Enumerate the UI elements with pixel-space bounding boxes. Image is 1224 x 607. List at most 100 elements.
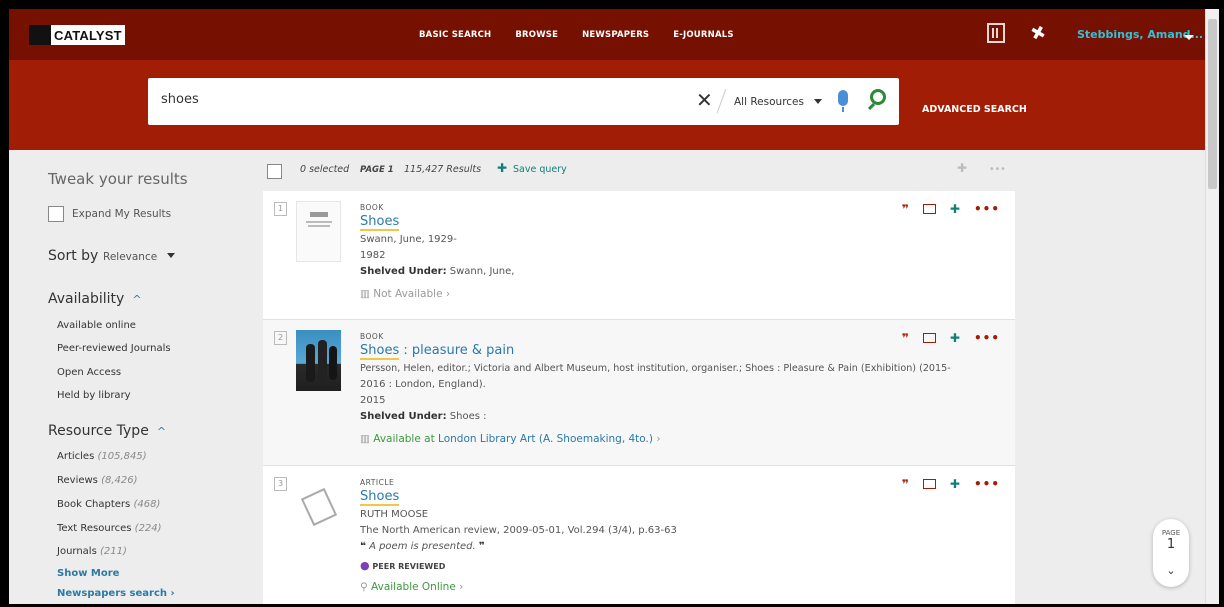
page-widget-number: 1 bbox=[1166, 537, 1176, 552]
filter-available-online[interactable]: Available online bbox=[57, 320, 136, 331]
more-icon[interactable]: ••• bbox=[974, 331, 1000, 345]
expand-checkbox[interactable] bbox=[48, 206, 64, 222]
availability-link[interactable]: ⚲ Available Online › bbox=[360, 581, 463, 593]
availability-text: Available Online bbox=[371, 581, 456, 593]
filter-count: (105,845) bbox=[97, 451, 147, 462]
result-title-link[interactable]: Shoes : pleasure & pain bbox=[360, 343, 514, 360]
nav-newspapers[interactable]: NEWSPAPERS bbox=[582, 30, 649, 40]
filter-held-by-library[interactable]: Held by library bbox=[57, 390, 131, 401]
filter-text-resources[interactable]: Text Resources (224) bbox=[57, 523, 162, 534]
shelved-value: Swann, June, bbox=[449, 266, 515, 277]
result-card[interactable]: 3 ARTICLE Shoes RUTH MOOSE The North Ame… bbox=[263, 466, 1015, 604]
search-box: ✕ All Resources bbox=[148, 78, 899, 125]
availability-text: Not Available bbox=[373, 288, 443, 300]
show-more-link[interactable]: Show More bbox=[57, 568, 119, 579]
availability-location: London Library bbox=[438, 433, 517, 445]
citation-icon[interactable]: ❞ bbox=[902, 331, 909, 345]
filter-count: (8,426) bbox=[101, 475, 138, 486]
pin-icon[interactable]: ✚ bbox=[950, 331, 960, 345]
result-index[interactable]: 2 bbox=[274, 331, 287, 345]
title-text: Shoes bbox=[360, 214, 400, 231]
chevron-right-icon: › bbox=[459, 581, 464, 593]
email-icon[interactable] bbox=[922, 204, 936, 214]
newspapers-search-label: Newspapers search bbox=[57, 588, 168, 599]
book-icon: ▥ bbox=[360, 288, 370, 300]
chevron-down-icon[interactable]: ⌄ bbox=[1153, 564, 1189, 577]
filter-reviews[interactable]: Reviews (8,426) bbox=[57, 475, 138, 486]
nav-basic-search[interactable]: BASIC SEARCH bbox=[419, 30, 491, 40]
more-icon[interactable]: ••• bbox=[974, 477, 1000, 491]
scrollbar-thumb[interactable] bbox=[1208, 19, 1217, 189]
advanced-search-link[interactable]: ADVANCED SEARCH bbox=[922, 104, 1027, 115]
result-type: BOOK bbox=[360, 203, 384, 212]
filter-journals[interactable]: Journals (211) bbox=[57, 546, 127, 557]
filter-articles[interactable]: Articles (105,845) bbox=[57, 451, 147, 462]
email-icon[interactable] bbox=[922, 333, 936, 343]
open-quote-icon: ❝ bbox=[360, 541, 366, 552]
shelved-value: Shoes : bbox=[449, 411, 487, 422]
chevron-up-icon[interactable]: ^ bbox=[157, 425, 166, 438]
result-actions: ❞ ✚ ••• bbox=[902, 477, 1000, 491]
result-type: ARTICLE bbox=[360, 478, 395, 487]
pin-icon[interactable]: ✚ bbox=[957, 161, 967, 175]
scope-select[interactable]: All Resources bbox=[734, 96, 804, 108]
result-actions: ❞ ✚ ••• bbox=[902, 331, 1000, 345]
filter-label: Articles bbox=[57, 451, 95, 462]
sort-select[interactable]: Relevance bbox=[103, 251, 157, 263]
pin-icon[interactable]: ✚ bbox=[497, 161, 507, 175]
result-title-link[interactable]: Shoes bbox=[360, 489, 400, 506]
chevron-down-icon[interactable] bbox=[167, 253, 175, 258]
select-all-checkbox[interactable] bbox=[267, 164, 282, 179]
citation-icon[interactable]: ❞ bbox=[902, 477, 909, 491]
catalyst-logo[interactable]: CATALYST bbox=[29, 25, 125, 45]
nav-e-journals[interactable]: E-JOURNALS bbox=[673, 30, 733, 40]
resource-type-heading[interactable]: Resource Type ^ bbox=[48, 423, 166, 439]
book-cover-thumbnail[interactable] bbox=[296, 201, 341, 262]
result-index[interactable]: 1 bbox=[274, 202, 287, 216]
result-card[interactable]: 1 BOOK Shoes Swann, June, 1929- 1982 She… bbox=[263, 191, 1015, 320]
more-icon[interactable]: ••• bbox=[989, 164, 1006, 175]
pin-icon[interactable]: ✚ bbox=[1026, 21, 1050, 47]
result-index[interactable]: 3 bbox=[274, 477, 287, 491]
citation-icon[interactable]: ❞ bbox=[902, 202, 909, 216]
filter-peer-reviewed[interactable]: Peer-reviewed Journals bbox=[57, 343, 171, 354]
newspapers-search-link[interactable]: Newspapers search › bbox=[57, 588, 175, 599]
availability-link[interactable]: ▥ Not Available › bbox=[360, 288, 450, 300]
pin-icon[interactable]: ✚ bbox=[950, 477, 960, 491]
filter-label: Text Resources bbox=[57, 523, 132, 534]
title-text: Shoes bbox=[360, 489, 400, 506]
microphone-icon[interactable] bbox=[838, 90, 848, 112]
chevron-down-icon[interactable] bbox=[814, 99, 822, 104]
result-title-link[interactable]: Shoes bbox=[360, 214, 400, 231]
filter-open-access[interactable]: Open Access bbox=[57, 367, 121, 378]
more-icon[interactable]: ••• bbox=[974, 202, 1000, 216]
results-count: 115,427 Results bbox=[404, 164, 482, 175]
book-cover-thumbnail[interactable] bbox=[296, 330, 341, 391]
pin-icon[interactable]: ✚ bbox=[950, 202, 960, 216]
qr-code-icon[interactable] bbox=[987, 23, 1005, 43]
clear-icon[interactable]: ✕ bbox=[696, 88, 713, 112]
article-icon[interactable] bbox=[296, 476, 341, 537]
peer-reviewed-badge: ● PEER REVIEWED bbox=[360, 559, 445, 572]
resource-type-title: Resource Type bbox=[48, 423, 149, 439]
search-divider bbox=[716, 88, 727, 114]
scrollbar[interactable] bbox=[1205, 9, 1219, 604]
result-card[interactable]: 2 BOOK Shoes : pleasure & pain Persson, … bbox=[263, 320, 1015, 466]
selected-count: 0 selected bbox=[300, 164, 350, 175]
chevron-up-icon[interactable]: ^ bbox=[132, 293, 141, 306]
availability-link[interactable]: ▥ Available at London Library Art (A. Sh… bbox=[360, 433, 661, 445]
nav-browse[interactable]: BROWSE bbox=[515, 30, 558, 40]
search-input[interactable] bbox=[161, 92, 661, 107]
availability-title: Availability bbox=[48, 291, 125, 307]
page-jump-widget[interactable]: PAGE 1 ⌄ bbox=[1153, 519, 1189, 587]
chevron-down-icon[interactable] bbox=[1184, 35, 1194, 40]
expand-label[interactable]: Expand My Results bbox=[72, 208, 171, 220]
filter-book-chapters[interactable]: Book Chapters (468) bbox=[57, 499, 160, 510]
search-icon[interactable] bbox=[870, 89, 886, 105]
filter-label: Book Chapters bbox=[57, 499, 131, 510]
result-actions: ❞ ✚ ••• bbox=[902, 202, 1000, 216]
availability-heading[interactable]: Availability ^ bbox=[48, 291, 142, 307]
email-icon[interactable] bbox=[922, 479, 936, 489]
save-query-link[interactable]: Save query bbox=[513, 164, 567, 175]
result-shelved: Shelved Under: Swann, June, bbox=[360, 266, 514, 277]
